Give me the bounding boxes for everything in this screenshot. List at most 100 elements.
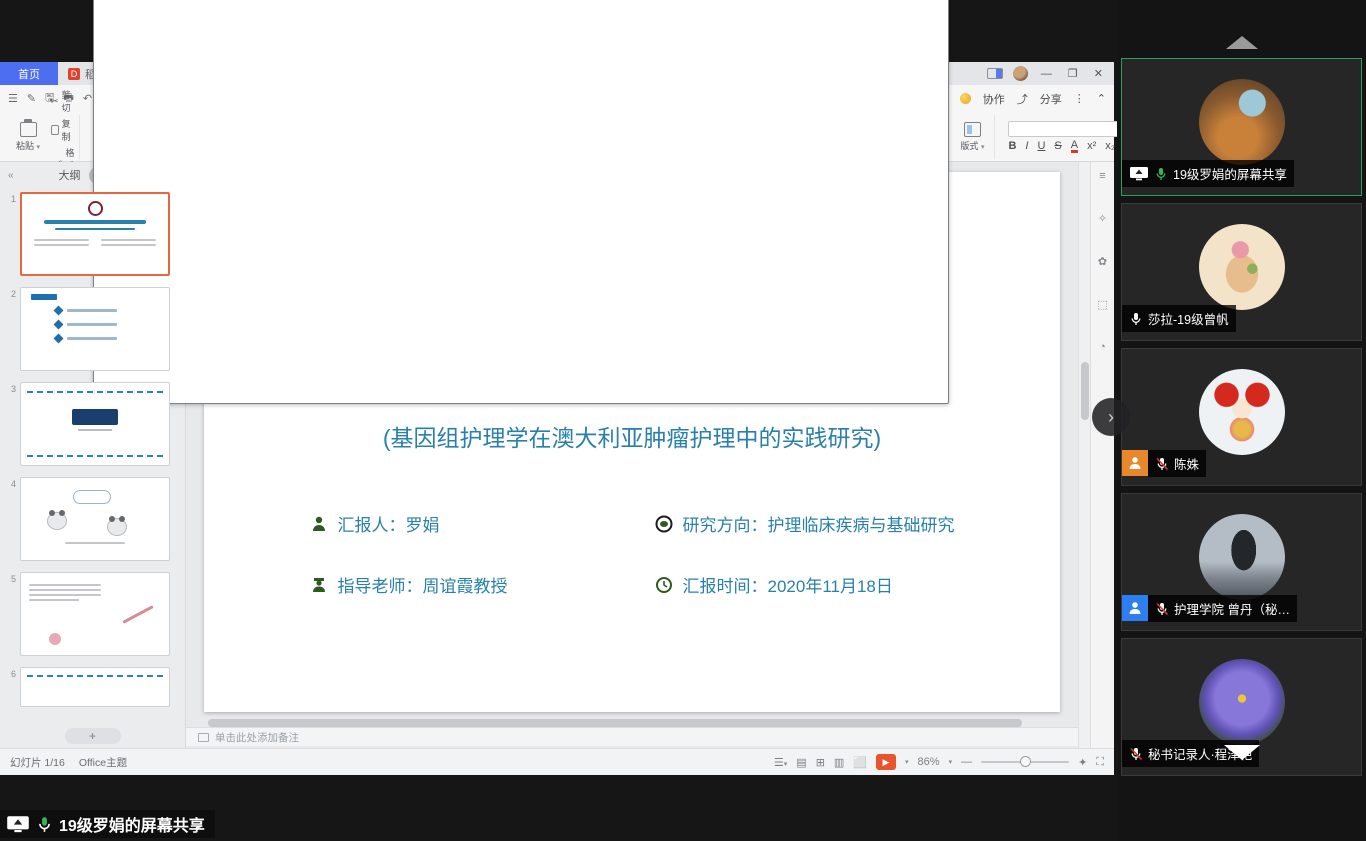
mic-muted-icon <box>1155 602 1169 616</box>
person-icon <box>310 515 328 533</box>
properties-pane-icon[interactable]: ≡ <box>1099 170 1105 182</box>
slide-thumbnail-5[interactable]: 5 <box>4 572 179 656</box>
new-slide-button[interactable]: 新建幻灯片 ▾ <box>93 0 949 419</box>
zoom-level-value[interactable]: 86% <box>918 756 940 768</box>
participant-panel: 19级罗娟的屏幕共享 莎拉-19级曾帆 <box>1117 0 1366 841</box>
cut-button[interactable]: ✂剪切 <box>51 88 74 114</box>
slide-thumbnail-2[interactable]: 2 <box>4 287 179 371</box>
slide-layout-button[interactable]: 版式 ▾ <box>955 122 989 152</box>
reading-view-icon[interactable]: ▥ <box>834 756 844 769</box>
advisor-row: 指导老师：周谊霞教授 <box>310 572 655 597</box>
star-resources-icon[interactable]: ✿ <box>1098 255 1107 268</box>
slide-title-chinese: (基因组护理学在澳大利亚肿瘤护理中的实践研究) <box>383 419 881 453</box>
slide-sorter-icon[interactable]: ⊞ <box>816 756 825 769</box>
superscript-button[interactable]: x² <box>1087 140 1096 152</box>
wps-presentation-window: 首页 D 稻壳模板 P 开题答辩汇报2.pptx + — ❐ ✕ ☰ <box>0 62 1114 775</box>
undo-icon[interactable]: ↶ <box>83 92 92 105</box>
wps-account-avatar[interactable] <box>1013 66 1028 81</box>
history-icon[interactable]: ◔ <box>1099 341 1106 353</box>
zoom-out-button[interactable]: — <box>961 756 972 768</box>
paste-button[interactable]: 粘贴 ▾ <box>11 122 45 152</box>
participant-name: 护理学院 曾丹（秘… <box>1174 599 1290 618</box>
share-arrow-icon: ⤴ <box>1017 91 1028 107</box>
underline-button[interactable]: U <box>1037 140 1045 152</box>
avatar-participant-1 <box>1199 79 1285 165</box>
fit-slide-button[interactable]: ⛶ <box>1096 756 1104 769</box>
host-badge-icon <box>1122 450 1148 476</box>
avatar-participant-5 <box>1199 659 1285 745</box>
slideshow-view-icon[interactable]: ⬜ <box>853 756 867 769</box>
more-options-icon[interactable]: ⋮ <box>1074 92 1085 105</box>
screen-share-icon <box>1129 166 1149 181</box>
slide-number-indicator: 幻灯片 1/16 <box>10 755 65 770</box>
scroll-up-arrow[interactable] <box>1226 36 1258 49</box>
layout-icon <box>964 122 981 137</box>
paste-icon <box>20 122 37 137</box>
tab-list-icon[interactable] <box>987 68 1003 79</box>
hamburger-menu-icon[interactable]: ☰ <box>8 92 18 105</box>
participant-tile-2[interactable]: 莎拉-19级曾帆 <box>1121 203 1362 341</box>
panel-collapse-chevron[interactable]: › <box>1092 398 1130 436</box>
zoom-caret[interactable]: ▾ <box>949 758 953 766</box>
docer-icon: D <box>68 68 80 80</box>
tab-wps-home[interactable]: 首页 <box>0 62 58 85</box>
slide-thumbnail-3[interactable]: 3 <box>4 382 179 466</box>
zoom-slider[interactable] <box>981 761 1069 763</box>
participant-tile-4[interactable]: 护理学院 曾丹（秘… <box>1121 493 1362 631</box>
close-button[interactable]: ✕ <box>1091 67 1106 80</box>
add-slide-button[interactable]: + <box>65 728 121 744</box>
bold-button[interactable]: B <box>1008 140 1016 152</box>
subscript-button[interactable]: x₂ <box>1105 140 1115 152</box>
avatar-participant-3 <box>1199 369 1285 455</box>
zoom-in-button[interactable]: ✦ <box>1078 756 1087 769</box>
collapse-ribbon-icon[interactable]: ⌃ <box>1097 92 1106 105</box>
outline-tab[interactable]: 大纲 <box>59 167 81 183</box>
report-date-row: 汇报时间：2020年11月18日 <box>655 572 955 597</box>
wps-right-sidebar: ≡ ✧ ✿ ⬚ ◔ <box>1090 162 1114 748</box>
participant-tile-1[interactable]: 19级罗娟的屏幕共享 <box>1121 58 1362 196</box>
avatar-participant-2 <box>1199 224 1285 310</box>
scroll-down-arrow[interactable] <box>1224 745 1260 760</box>
strikethrough-button[interactable]: S <box>1054 140 1061 152</box>
notes-bar[interactable]: 单击此处添加备注 <box>186 727 1078 746</box>
participant-name: 19级罗娟的屏幕共享 <box>1173 164 1287 183</box>
play-slideshow-button[interactable]: ▶ <box>876 754 896 770</box>
shape-library-icon[interactable]: ⬚ <box>1097 298 1107 311</box>
theme-indicator: Office主题 <box>79 755 127 770</box>
share-button[interactable]: 分享 <box>1040 91 1062 107</box>
mic-on-icon <box>1154 167 1168 181</box>
screen-share-icon <box>6 815 30 833</box>
slide-thumbnail-6[interactable]: 6 <box>4 667 179 707</box>
meeting-app-window: 首页 D 稻壳模板 P 开题答辩汇报2.pptx + — ❐ ✕ ☰ <box>0 0 1366 841</box>
clock-icon <box>655 576 673 594</box>
slide-thumbnail-panel: « 大纲 幻灯片 1 <box>0 162 186 748</box>
collab-button[interactable]: 协作 <box>983 91 1005 107</box>
new-slide-icon <box>93 0 949 404</box>
play-options-caret[interactable]: ▾ <box>905 758 909 766</box>
italic-button[interactable]: I <box>1025 140 1028 152</box>
copy-button[interactable]: 复制 <box>51 117 74 143</box>
restore-button[interactable]: ❐ <box>1065 67 1081 80</box>
mic-on-icon <box>36 816 53 833</box>
mic-muted-icon <box>1155 457 1169 471</box>
animation-pane-icon[interactable]: ✧ <box>1098 212 1107 225</box>
graduate-icon <box>310 576 328 594</box>
notes-placeholder: 单击此处添加备注 <box>215 730 299 745</box>
normal-view-icon[interactable]: ▤ <box>796 756 806 769</box>
collapse-panel-icon[interactable]: « <box>8 170 14 181</box>
participant-name: 莎拉-19级曾帆 <box>1148 309 1229 328</box>
vertical-scrollbar[interactable] <box>1078 162 1090 748</box>
notes-toggle-icon[interactable]: ☰▾ <box>774 756 787 769</box>
participant-tile-3[interactable]: 陈姝 <box>1121 348 1362 486</box>
font-color-button[interactable]: A <box>1071 140 1078 153</box>
slide-thumbnail-4[interactable]: 4 <box>4 477 179 561</box>
mic-on-icon <box>1129 312 1143 326</box>
minimize-button[interactable]: — <box>1038 68 1055 80</box>
wps-status-bar: 幻灯片 1/16 Office主题 ☰▾ ▤ ⊞ ▥ ⬜ ▶ ▾ 86% ▾ —… <box>0 748 1114 775</box>
font-name-input[interactable] <box>1008 121 1126 137</box>
slide-thumbnail-1[interactable]: 1 <box>4 192 179 276</box>
participant-name: 陈姝 <box>1174 454 1199 473</box>
horizontal-scrollbar[interactable] <box>208 719 1056 727</box>
pen-mode-icon[interactable]: ✎ <box>27 92 36 105</box>
cloud-sync-icon[interactable] <box>960 93 971 104</box>
